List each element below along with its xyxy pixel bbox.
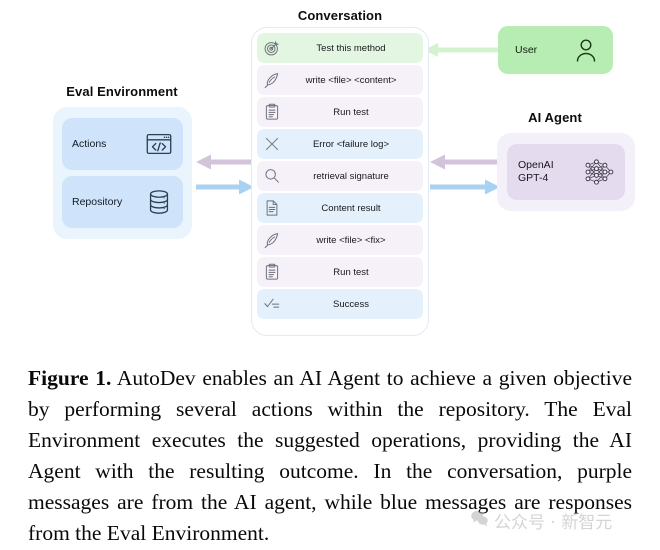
clipboard-icon [261,101,283,123]
conversation-message-text: write <file> <content> [305,74,397,86]
conversation-message[interactable]: write <file> <fix> [257,225,423,255]
arrow-conversation-to-eval [196,154,252,170]
eval-environment-title: Eval Environment [66,84,178,99]
conversation-message[interactable]: retrieval signature [257,161,423,191]
conversation-message-text: Success [333,298,369,310]
cross-icon [261,133,283,155]
person-icon [573,37,599,63]
ai-agent-box: OpenAI GPT-4 [497,133,635,211]
conversation-message-text: Content result [321,202,381,214]
document-icon [261,197,283,219]
conversation-message-text: Run test [333,106,369,118]
conversation-message[interactable]: write <file> <content> [257,65,423,95]
ai-agent-model-label: OpenAI GPT-4 [518,159,554,184]
conversation-message[interactable]: Success [257,289,423,319]
conversation-message-text: Run test [333,266,369,278]
conversation-message[interactable]: Run test [257,97,423,127]
target-icon [261,37,283,59]
conversation-message[interactable]: Error <failure log> [257,129,423,159]
conversation-panel: Test this method write <file> <content> [251,27,429,336]
checklist-icon [261,293,283,315]
magnifier-icon [261,165,283,187]
conversation-message[interactable]: Test this method [257,33,423,63]
figure-diagram: Eval Environment Actions Repository Conv… [0,0,660,355]
quill-icon [261,229,283,251]
eval-card-repository[interactable]: Repository [62,176,183,228]
code-window-icon [144,129,174,159]
ai-agent-title: AI Agent [528,110,582,125]
database-icon [144,187,174,217]
figure-caption-label: Figure 1. [28,366,112,390]
conversation-message-text: Test this method [316,42,386,54]
user-label: User [515,44,538,56]
conversation-message-text: Error <failure log> [312,138,390,150]
figure-caption: Figure 1. AutoDev enables an AI Agent to… [0,355,660,549]
clipboard-icon [261,261,283,283]
arrow-user-to-conversation [424,43,500,57]
quill-icon [261,69,283,91]
arrow-conversation-to-agent [430,179,500,195]
ai-agent-model-card[interactable]: OpenAI GPT-4 [507,144,625,200]
arrow-eval-to-conversation [196,179,254,195]
arrow-agent-to-conversation [430,154,498,170]
eval-card-actions-label: Actions [72,138,107,150]
conversation-message[interactable]: Content result [257,193,423,223]
conversation-message-text: retrieval signature [313,170,389,182]
user-box[interactable]: User [498,26,613,74]
conversation-message[interactable]: Run test [257,257,423,287]
conversation-message-text: write <file> <fix> [316,234,386,246]
conversation-title: Conversation [297,8,383,23]
neural-network-icon [582,155,616,189]
eval-environment-box: Actions Repository [53,107,192,239]
eval-card-repository-label: Repository [72,196,123,208]
figure-caption-text: AutoDev enables an AI Agent to achieve a… [28,366,633,545]
eval-card-actions[interactable]: Actions [62,118,183,170]
